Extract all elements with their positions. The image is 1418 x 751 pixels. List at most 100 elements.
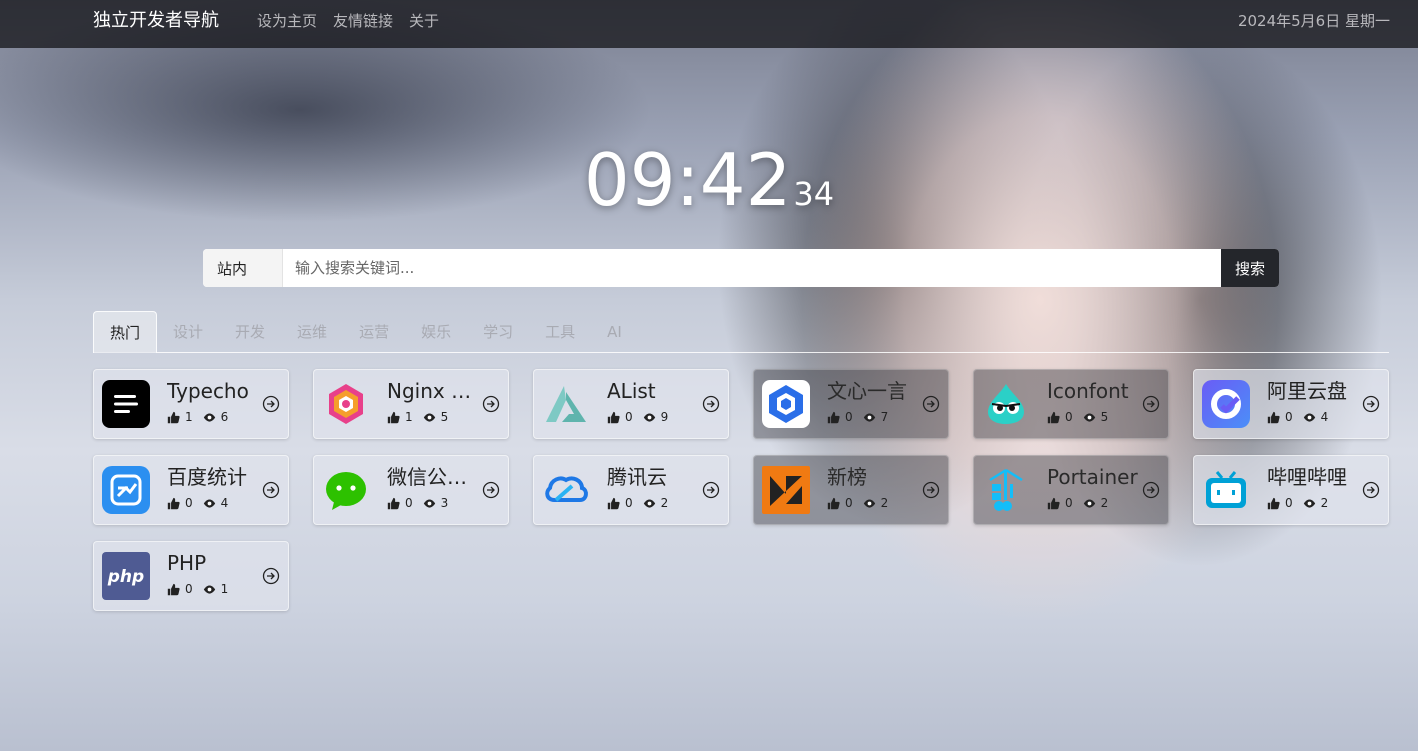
arrow-right-circle-icon[interactable] — [1142, 481, 1160, 499]
site-card[interactable]: 新榜 0 2 — [753, 455, 949, 525]
view-count: 2 — [880, 496, 889, 510]
arrow-right-circle-icon[interactable] — [702, 395, 720, 413]
php-logo-icon: php — [102, 552, 150, 600]
site-card[interactable]: 百度统计 0 4 — [93, 455, 289, 525]
thumbs-up-icon — [1267, 411, 1280, 423]
site-brand[interactable]: 独立开发者导航 — [93, 8, 219, 34]
arrow-right-circle-icon[interactable] — [922, 481, 940, 499]
thumbs-up-icon — [607, 497, 620, 509]
wechat-logo-icon — [322, 466, 370, 514]
tab-entertainment[interactable]: 娱乐 — [405, 311, 467, 353]
view-count: 4 — [1320, 410, 1329, 424]
view-count: 2 — [660, 496, 669, 510]
like-count: 0 — [1065, 496, 1073, 510]
search-input[interactable] — [283, 249, 1221, 287]
nav-set-homepage[interactable]: 设为主页 — [257, 10, 317, 32]
site-card[interactable]: 文心一言 0 7 — [753, 369, 949, 439]
nav-about[interactable]: 关于 — [409, 10, 439, 32]
thumbs-up-icon — [827, 497, 840, 509]
arrow-right-circle-icon[interactable] — [1362, 395, 1380, 413]
nav-friend-links[interactable]: 友情链接 — [333, 10, 393, 32]
arrow-right-circle-icon[interactable] — [922, 395, 940, 413]
tab-hot[interactable]: 热门 — [93, 311, 158, 353]
view-count: 5 — [440, 410, 449, 424]
site-stats: 0 4 — [1267, 410, 1338, 424]
site-name: 阿里云盘 — [1267, 379, 1347, 403]
view-count: 4 — [220, 496, 229, 510]
site-card[interactable]: 腾讯云 0 2 — [533, 455, 729, 525]
thumbs-up-icon — [387, 497, 400, 509]
bilibili-logo-icon — [1202, 466, 1250, 514]
view-count: 5 — [1100, 410, 1109, 424]
tab-learning[interactable]: 学习 — [467, 311, 529, 353]
site-card[interactable]: Nginx P... 1 5 — [313, 369, 509, 439]
tab-design[interactable]: 设计 — [157, 311, 219, 353]
tab-tools[interactable]: 工具 — [529, 311, 591, 353]
like-count: 0 — [185, 582, 193, 596]
thumbs-up-icon — [1047, 497, 1060, 509]
site-name: AList — [607, 379, 656, 403]
eye-icon — [1083, 412, 1095, 422]
top-navbar: 独立开发者导航 设为主页 友情链接 关于 2024年5月6日 星期一 — [0, 0, 1418, 48]
thumbs-up-icon — [167, 411, 180, 423]
search-scope-select[interactable]: 站内 — [203, 249, 283, 287]
thumbs-up-icon — [1047, 411, 1060, 423]
clock: 09:4234 — [0, 140, 1418, 220]
arrow-right-circle-icon[interactable] — [262, 567, 280, 585]
tab-operation[interactable]: 运营 — [343, 311, 405, 353]
arrow-right-circle-icon[interactable] — [262, 395, 280, 413]
site-name: Portainer — [1047, 465, 1138, 489]
search-bar: 站内 搜索 — [203, 249, 1279, 287]
tab-ops[interactable]: 运维 — [281, 311, 343, 353]
site-stats: 0 2 — [827, 496, 898, 510]
portainer-logo-icon — [982, 466, 1030, 514]
aliyun-drive-logo-icon — [1202, 380, 1250, 428]
site-name: PHP — [167, 551, 207, 575]
arrow-right-circle-icon[interactable] — [702, 481, 720, 499]
arrow-right-circle-icon[interactable] — [482, 395, 500, 413]
like-count: 0 — [185, 496, 193, 510]
typecho-logo-icon — [102, 380, 150, 428]
site-card[interactable]: 微信公众... 0 3 — [313, 455, 509, 525]
eye-icon — [863, 412, 875, 422]
tencent-cloud-logo-icon — [542, 466, 590, 514]
clock-hours-minutes: 09:42 — [583, 138, 792, 222]
view-count: 6 — [220, 410, 229, 424]
clock-seconds: 34 — [793, 175, 835, 213]
category-tabs: 热门 设计 开发 运维 运营 娱乐 学习 工具 AI — [93, 311, 1389, 353]
search-button[interactable]: 搜索 — [1221, 249, 1279, 287]
thumbs-up-icon — [387, 411, 400, 423]
view-count: 1 — [220, 582, 229, 596]
site-card[interactable]: 哔哩哔哩 0 2 — [1193, 455, 1389, 525]
site-name: 百度统计 — [167, 465, 247, 489]
like-count: 0 — [1285, 410, 1293, 424]
tab-ai[interactable]: AI — [591, 311, 638, 353]
site-name: Nginx P... — [387, 379, 479, 403]
arrow-right-circle-icon[interactable] — [482, 481, 500, 499]
site-card[interactable]: AList 0 9 — [533, 369, 729, 439]
current-date: 2024年5月6日 星期一 — [1237, 12, 1390, 30]
site-card[interactable]: Iconfont 0 5 — [973, 369, 1169, 439]
site-name: 哔哩哔哩 — [1267, 465, 1347, 489]
thumbs-up-icon — [827, 411, 840, 423]
nginx-proxy-logo-icon — [322, 380, 370, 428]
eye-icon — [863, 498, 875, 508]
site-stats: 0 7 — [827, 410, 898, 424]
thumbs-up-icon — [1267, 497, 1280, 509]
thumbs-up-icon — [167, 583, 180, 595]
site-card[interactable]: Typecho 1 6 — [93, 369, 289, 439]
tab-dev[interactable]: 开发 — [219, 311, 281, 353]
arrow-right-circle-icon[interactable] — [1362, 481, 1380, 499]
view-count: 9 — [660, 410, 669, 424]
site-stats: 1 5 — [387, 410, 458, 424]
iconfont-logo-icon — [982, 380, 1030, 428]
site-card[interactable]: 阿里云盘 0 4 — [1193, 369, 1389, 439]
arrow-right-circle-icon[interactable] — [262, 481, 280, 499]
like-count: 0 — [1285, 496, 1293, 510]
eye-icon — [643, 498, 655, 508]
arrow-right-circle-icon[interactable] — [1142, 395, 1160, 413]
site-card[interactable]: php PHP 0 1 — [93, 541, 289, 611]
site-stats: 0 9 — [607, 410, 678, 424]
view-count: 2 — [1100, 496, 1109, 510]
site-card[interactable]: Portainer 0 2 — [973, 455, 1169, 525]
